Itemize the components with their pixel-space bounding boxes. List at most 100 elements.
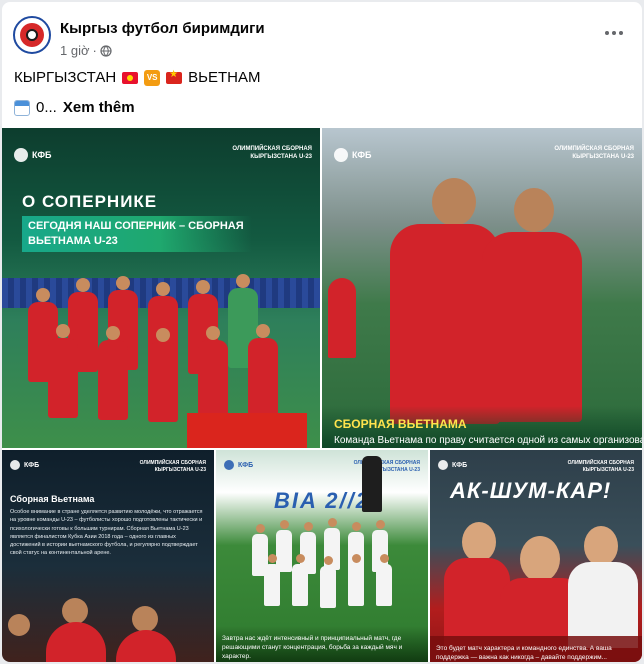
fan-face xyxy=(462,522,496,562)
photo-caption-text: Это будет матч характера и командного ед… xyxy=(436,645,612,662)
player-head xyxy=(256,524,265,533)
player-head xyxy=(514,188,554,232)
photo-tag: ОЛИМПИЙСКАЯ СБОРНАЯ КЫРГЫЗСТАНА U-23 xyxy=(353,460,420,473)
photo-tag: ОЛИМПИЙСКАЯ СБОРНАЯ КЫРГЫЗСТАНА U-23 xyxy=(554,146,634,160)
photo-banner-text: BIA 2//2 xyxy=(274,488,370,513)
post-meta: 1 giờ · xyxy=(60,43,112,58)
kfb-logo-icon xyxy=(224,460,234,470)
player-figure xyxy=(198,340,228,420)
player-figure xyxy=(48,338,78,418)
more-options-button[interactable] xyxy=(596,20,632,46)
player-head xyxy=(8,614,30,636)
post-photo-2[interactable]: КФБ ОЛИМПИЙСКАЯ СБОРНАЯ КЫРГЫЗСТАНА U-23… xyxy=(322,128,642,448)
photo-tag: ОЛИМПИЙСКАЯ СБОРНАЯ КЫРГЫЗСТАНА U-23 xyxy=(567,460,634,473)
player-figure xyxy=(328,278,356,358)
player-head xyxy=(268,554,277,563)
photo-subtitle: СЕГОДНЯ НАШ СОПЕРНИК – СБОРНАЯ ВЬЕТНАМА … xyxy=(22,216,252,252)
player-head xyxy=(256,324,270,338)
logo-text: КФБ xyxy=(238,461,254,469)
globe-icon[interactable] xyxy=(100,44,112,57)
player-head xyxy=(352,522,361,531)
photo-text: Особое внимание в стране уделяется разви… xyxy=(10,509,203,557)
player-head xyxy=(296,554,305,563)
kfb-logo-icon xyxy=(14,148,28,162)
player-figure xyxy=(482,232,582,422)
post-photo-5[interactable]: КФБ ОЛИМПИЙСКАЯ СБОРНАЯ КЫРГЫЗСТАНА U-23… xyxy=(430,450,642,662)
player-head xyxy=(432,178,476,226)
photo-caption-text: Завтра нас ждёт интенсивный и принципиал… xyxy=(222,635,403,661)
logo-text: КФБ xyxy=(24,461,40,469)
see-more-link[interactable]: Xem thêm xyxy=(63,99,135,116)
post-title-line: КЫРГЫЗСТАН VS ВЬЕТНАМ xyxy=(14,69,261,87)
post-time-link[interactable]: 1 giờ xyxy=(60,43,90,58)
page-name-link[interactable]: Кыргыз футбол биримдиги xyxy=(60,20,265,37)
player-head xyxy=(324,556,333,565)
player-head xyxy=(36,288,50,302)
logo-text: КФБ xyxy=(352,150,372,160)
photo-logo: КФБ xyxy=(224,460,253,470)
player-figure xyxy=(98,340,128,420)
post-photo-3[interactable]: КФБ ОЛИМПИЙСКАЯ СБОРНАЯ КЫРГЫЗСТАНА U-23… xyxy=(2,450,214,662)
player-head xyxy=(132,606,158,632)
player-head xyxy=(236,274,250,288)
player-head xyxy=(376,520,385,529)
logo-text: КФБ xyxy=(32,150,52,160)
photo-logo: КФБ xyxy=(438,460,467,470)
player-figure xyxy=(376,564,392,606)
player-figure xyxy=(116,630,176,662)
photo-tag: ОЛИМПИЙСКАЯ СБОРНАЯ КЫРГЫЗСТАНА U-23 xyxy=(232,146,312,160)
more-horizontal-icon xyxy=(605,31,609,35)
player-head xyxy=(62,598,88,624)
kfb-logo-icon xyxy=(334,148,348,162)
player-head xyxy=(280,520,289,529)
fan-face xyxy=(584,526,618,566)
player-head xyxy=(196,280,210,294)
player-head xyxy=(304,522,313,531)
flag-kyrgyzstan-icon xyxy=(122,71,139,84)
player-figure xyxy=(264,564,280,606)
page-avatar[interactable] xyxy=(13,16,51,54)
player-head xyxy=(116,276,130,290)
player-figure xyxy=(148,342,178,422)
photo-logo: КФБ xyxy=(10,460,39,470)
player-head xyxy=(380,554,389,563)
player-figure xyxy=(46,622,106,662)
facebook-post-card: Кыргыз футбол биримдиги 1 giờ · КЫРГЫЗСТ… xyxy=(2,2,642,662)
player-head xyxy=(352,554,361,563)
team-left-name: КЫРГЫЗСТАН xyxy=(14,69,117,86)
more-horizontal-icon xyxy=(619,31,623,35)
more-horizontal-icon xyxy=(612,31,616,35)
photo-logo: КФБ xyxy=(334,148,372,162)
photo-caption-text: Команда Вьетнама по праву считается одно… xyxy=(334,435,642,446)
photo-title: Сборная Вьетнама xyxy=(10,494,95,504)
player-figure xyxy=(348,564,364,606)
post-photo-1[interactable]: КФБ ОЛИМПИЙСКАЯ СБОРНАЯ КЫРГЫЗСТАНА U-23… xyxy=(2,128,320,448)
player-figure xyxy=(248,338,278,418)
post-photo-4[interactable]: КФБ ОЛИМПИЙСКАЯ СБОРНАЯ КЫРГЫЗСТАНА U-23… xyxy=(216,450,428,662)
vs-badge: VS xyxy=(144,69,161,86)
player-head xyxy=(206,326,220,340)
flag-vietnam-icon xyxy=(166,69,183,84)
post-header: Кыргыз футбол биримдиги 1 giờ · xyxy=(2,2,642,62)
calendar-icon xyxy=(14,99,30,116)
player-figure xyxy=(320,566,336,608)
player-head xyxy=(106,326,120,340)
kfb-logo-icon xyxy=(10,460,20,470)
player-figure xyxy=(292,564,308,606)
meta-separator: · xyxy=(92,43,97,58)
player-head xyxy=(56,324,70,338)
photo-tag: ОЛИМПИЙСКАЯ СБОРНАЯ КЫРГЫЗСТАНА U-23 xyxy=(139,460,206,473)
player-head xyxy=(328,518,337,527)
post-body-text: 0... xyxy=(36,99,57,116)
referee-figure xyxy=(362,456,382,512)
vietnam-flag-banner xyxy=(187,413,307,448)
logo-text: КФБ xyxy=(452,461,468,469)
photo-title: О СОПЕРНИКЕ xyxy=(22,192,158,211)
kfb-logo-icon xyxy=(438,460,448,470)
photo-logo: КФБ xyxy=(14,148,52,162)
player-head xyxy=(156,282,170,296)
post-body-line: 0... Xem thêm xyxy=(14,99,135,116)
football-icon xyxy=(26,29,38,41)
team-right-name: ВЬЕТНАМ xyxy=(188,69,261,86)
fan-face xyxy=(520,536,560,582)
